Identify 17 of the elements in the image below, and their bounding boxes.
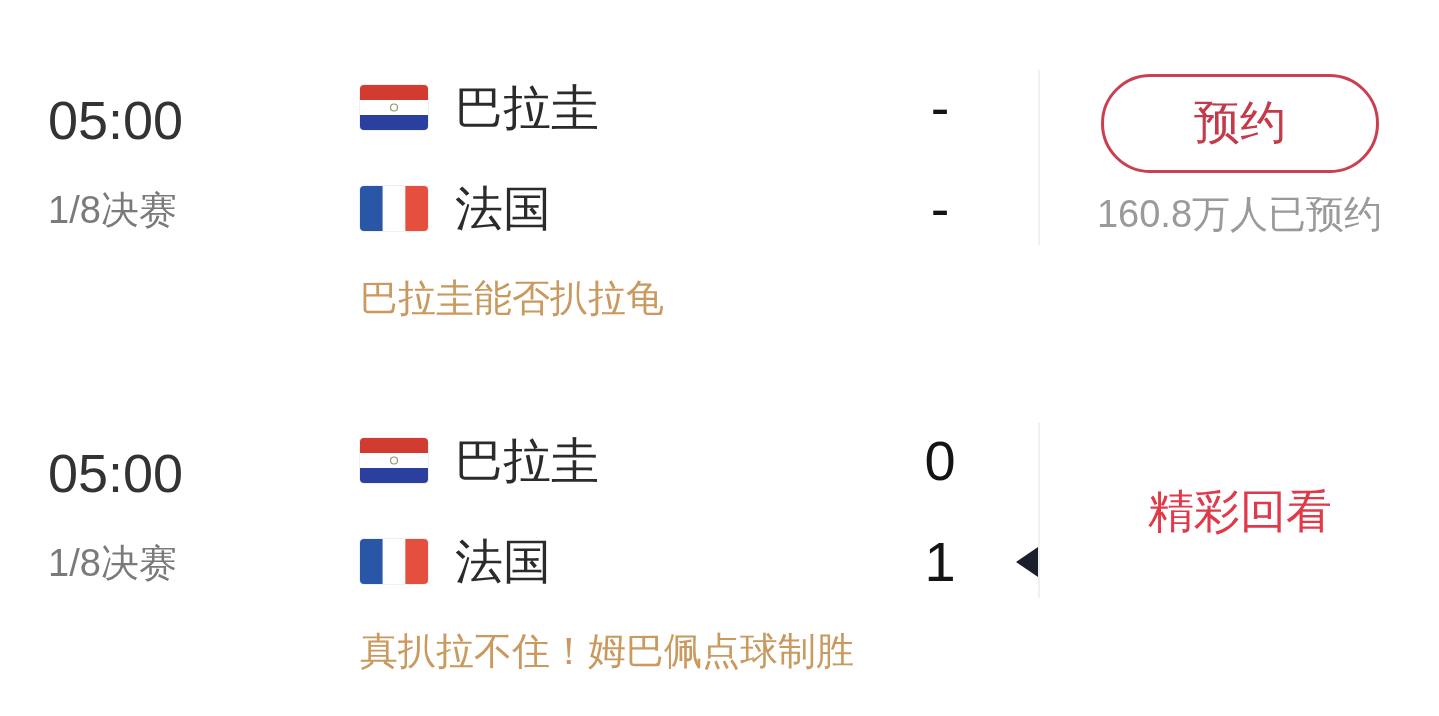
stage-label: 1/8决赛 bbox=[48, 544, 177, 582]
team-name: 法国 bbox=[455, 533, 551, 590]
headline-text: 巴拉圭能否扒拉龟 bbox=[360, 279, 664, 317]
team-name: 巴拉圭 bbox=[455, 432, 599, 489]
match-time: 05:00 bbox=[48, 93, 184, 147]
reservation-count: 160.8万人已预约 bbox=[1096, 194, 1383, 233]
score-text: 0 bbox=[924, 430, 956, 491]
team-name: 巴拉圭 bbox=[455, 79, 599, 136]
stage-label: 1/8决赛 bbox=[48, 191, 177, 229]
headline-text: 真扒拉不住！姆巴佩点球制胜 bbox=[360, 632, 854, 670]
replay-link[interactable]: 精彩回看 bbox=[1147, 486, 1332, 536]
team-name: 法国 bbox=[455, 180, 551, 237]
score-text: - bbox=[930, 178, 950, 239]
score-text: 1 bbox=[924, 531, 956, 592]
match-time: 05:00 bbox=[48, 446, 184, 500]
reserve-button[interactable]: 预约 bbox=[1100, 73, 1379, 173]
score-text: - bbox=[930, 77, 950, 138]
